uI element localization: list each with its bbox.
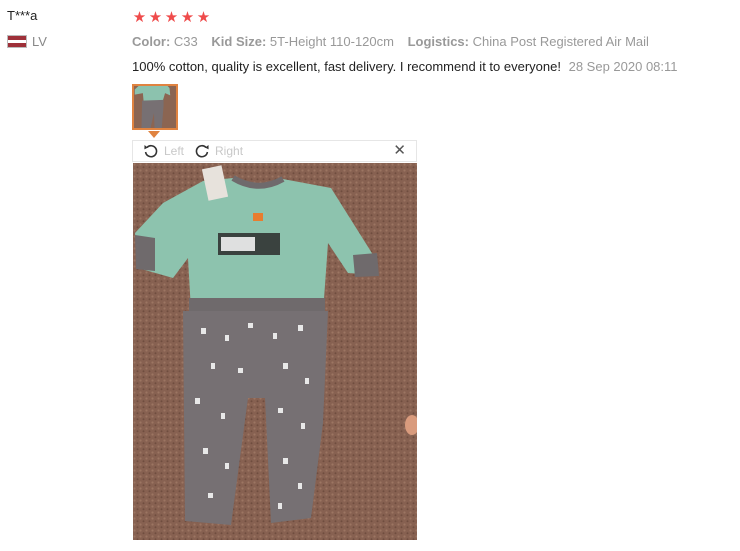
rotate-left-icon <box>144 144 158 158</box>
review-text: 100% cotton, quality is excellent, fast … <box>132 59 561 74</box>
thumbnail-selected-pointer <box>148 131 160 138</box>
attribute-value: China Post Registered Air Mail <box>472 34 649 49</box>
attribute-color: Color: C33 <box>132 34 201 49</box>
reviewer-info: T***a LV <box>7 8 47 49</box>
order-attributes: Color: C33 Kid Size: 5T-Height 110-120cm… <box>132 34 659 49</box>
star-icon: ★ <box>196 9 211 26</box>
country-code: LV <box>32 34 47 49</box>
star-icon: ★ <box>164 9 179 26</box>
latvia-flag-icon <box>7 35 27 48</box>
rotate-right-icon <box>195 144 209 158</box>
reviewer-name: T***a <box>7 8 38 23</box>
rotate-right-label: Right <box>215 144 244 158</box>
photo-viewer-toolbar: Left Right ✕ <box>132 140 417 162</box>
attribute-logistics: Logistics: China Post Registered Air Mai… <box>408 34 649 49</box>
reviewer-country: LV <box>7 34 47 49</box>
close-icon[interactable]: ✕ <box>393 143 406 159</box>
review-photo-image <box>133 163 417 540</box>
rotate-left-button[interactable]: Left <box>143 143 184 159</box>
rotate-right-button[interactable]: Right <box>194 143 243 159</box>
attribute-value: 5T-Height 110-120cm <box>269 34 394 49</box>
thumbnail-image <box>134 86 176 128</box>
star-rating: ★ ★ ★ ★ ★ <box>132 9 211 26</box>
star-icon: ★ <box>180 9 195 26</box>
rotate-left-label: Left <box>164 144 185 158</box>
star-icon: ★ <box>132 9 147 26</box>
review-date: 28 Sep 2020 08:11 <box>568 59 678 74</box>
attribute-key: Kid Size: <box>211 34 267 49</box>
attribute-kid-size: Kid Size: 5T-Height 110-120cm <box>211 34 397 49</box>
attribute-key: Logistics: <box>407 34 469 49</box>
review-photo-thumbnail[interactable] <box>132 84 178 130</box>
review-body: 100% cotton, quality is excellent, fast … <box>132 59 678 74</box>
attribute-key: Color: <box>132 34 171 49</box>
attribute-value: C33 <box>173 34 198 49</box>
review-photo-large <box>133 163 417 540</box>
star-icon: ★ <box>148 9 163 26</box>
